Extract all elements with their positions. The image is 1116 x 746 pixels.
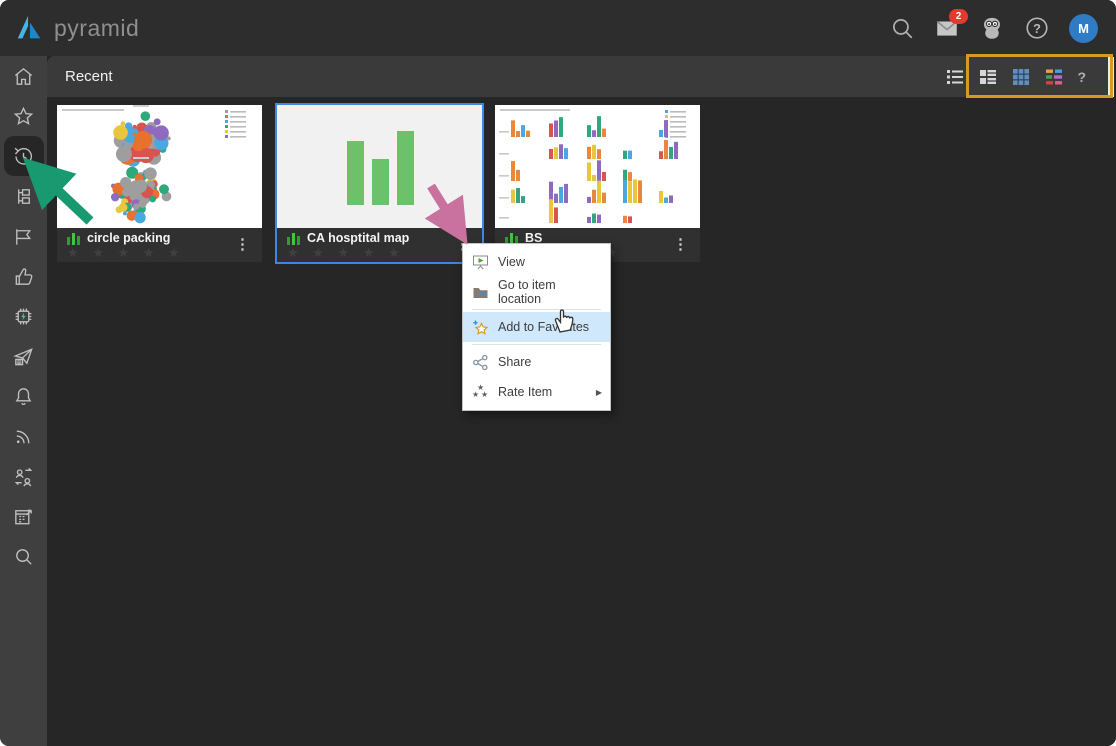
- menu-item-label: Share: [498, 355, 531, 369]
- submenu-arrow-icon: ▶: [596, 388, 602, 397]
- list-view-icon[interactable]: [945, 67, 965, 87]
- sidebar-item-collaboration[interactable]: [4, 456, 44, 496]
- tile-view-icon[interactable]: [1044, 67, 1064, 87]
- tile-title: CA hosptital map: [307, 231, 409, 245]
- star-glyph: ★: [481, 391, 488, 399]
- page-header: Recent ?: [47, 56, 1108, 97]
- menu-item-label: View: [498, 255, 525, 269]
- scrollbar-thumb[interactable]: [1108, 57, 1114, 98]
- sidebar-item-favorites[interactable]: [4, 96, 44, 136]
- assistant-owl-icon[interactable]: [979, 15, 1005, 41]
- context-menu: View Go to item location Add to Favorite…: [462, 243, 611, 411]
- menu-separator: [472, 309, 601, 310]
- star-glyph: ★: [472, 391, 479, 399]
- tile-circle-packing[interactable]: circle packing ★ ★ ★ ★ ★ ⋮: [57, 105, 262, 262]
- app-window: pyramid 2: [0, 0, 1116, 746]
- rate-stars-icon: ★ ★ ★: [472, 384, 489, 401]
- topbar-actions: 2 ? M: [889, 14, 1098, 43]
- pyramid-logo-icon: [14, 13, 44, 43]
- menu-item-go-to-item-location[interactable]: Go to item location: [463, 277, 610, 307]
- tile-footer: CA hosptital map ★ ★ ★ ★ ★ ⋮: [277, 228, 482, 262]
- view-help-icon[interactable]: ?: [1077, 69, 1086, 85]
- folder-goto-icon: [472, 284, 489, 301]
- tile-menu-trigger[interactable]: ⋮: [673, 238, 688, 252]
- brand-logo: pyramid: [14, 13, 139, 43]
- menu-item-label: Add to Favorites: [498, 320, 589, 334]
- brand-name: pyramid: [54, 15, 139, 42]
- menu-item-label: Go to item location: [498, 278, 602, 306]
- rating-stars[interactable]: ★ ★ ★ ★ ★: [277, 245, 482, 259]
- tile-thumbnail: [57, 105, 262, 228]
- menu-item-rate-item[interactable]: ★ ★ ★ Rate Item ▶: [463, 377, 610, 407]
- recent-items-grid: circle packing ★ ★ ★ ★ ★ ⋮ CA hosptital …: [47, 97, 1116, 746]
- sidebar: [0, 56, 47, 746]
- view-mode-icons: ?: [945, 67, 1086, 87]
- sidebar-item-history[interactable]: [4, 136, 44, 176]
- help-glyph: ?: [1024, 15, 1050, 41]
- star-plus-icon: [472, 319, 489, 336]
- chart-type-icon: [67, 232, 80, 245]
- menu-item-add-to-favorites[interactable]: Add to Favorites: [463, 312, 610, 342]
- tile-menu-trigger[interactable]: ⋮: [235, 238, 250, 252]
- sidebar-item-content-explorer[interactable]: [4, 176, 44, 216]
- top-bar: pyramid 2: [0, 0, 1116, 56]
- menu-item-view[interactable]: View: [463, 247, 610, 277]
- mail-icon[interactable]: 2: [934, 15, 960, 41]
- menu-item-share[interactable]: Share: [463, 347, 610, 377]
- sidebar-item-recommended[interactable]: [4, 256, 44, 296]
- tile-thumbnail: [277, 105, 482, 228]
- sidebar-item-flagged[interactable]: [4, 216, 44, 256]
- detail-list-view-icon[interactable]: [978, 67, 998, 87]
- grid-view-icon[interactable]: [1011, 67, 1031, 87]
- sidebar-item-publications[interactable]: [4, 336, 44, 376]
- avatar[interactable]: M: [1069, 14, 1098, 43]
- help-icon[interactable]: ?: [1024, 15, 1050, 41]
- tile-title: circle packing: [87, 231, 170, 245]
- menu-item-label: Rate Item: [498, 385, 552, 399]
- sidebar-item-subscriptions[interactable]: [4, 416, 44, 456]
- sidebar-item-search[interactable]: [4, 536, 44, 576]
- tile-bs[interactable]: BS ★ ★ ★ ★ ★ ⋮: [495, 105, 700, 262]
- sidebar-item-ai-engine[interactable]: [4, 296, 44, 336]
- page-title: Recent: [65, 68, 113, 85]
- rating-stars[interactable]: ★ ★ ★ ★ ★: [57, 245, 262, 259]
- menu-separator: [472, 344, 601, 345]
- mail-badge: 2: [949, 9, 968, 24]
- sidebar-item-home[interactable]: [4, 56, 44, 96]
- chart-type-icon: [287, 232, 300, 245]
- tile-footer: circle packing ★ ★ ★ ★ ★ ⋮: [57, 228, 262, 262]
- tile-ca-hosptital-map[interactable]: CA hosptital map ★ ★ ★ ★ ★ ⋮: [277, 105, 482, 262]
- sidebar-item-schedules[interactable]: [4, 496, 44, 536]
- tile-thumbnail: [495, 105, 700, 228]
- sidebar-item-notifications[interactable]: [4, 376, 44, 416]
- share-nodes-icon: [472, 354, 489, 371]
- view-slide-icon: [472, 254, 489, 271]
- search-icon[interactable]: [889, 15, 915, 41]
